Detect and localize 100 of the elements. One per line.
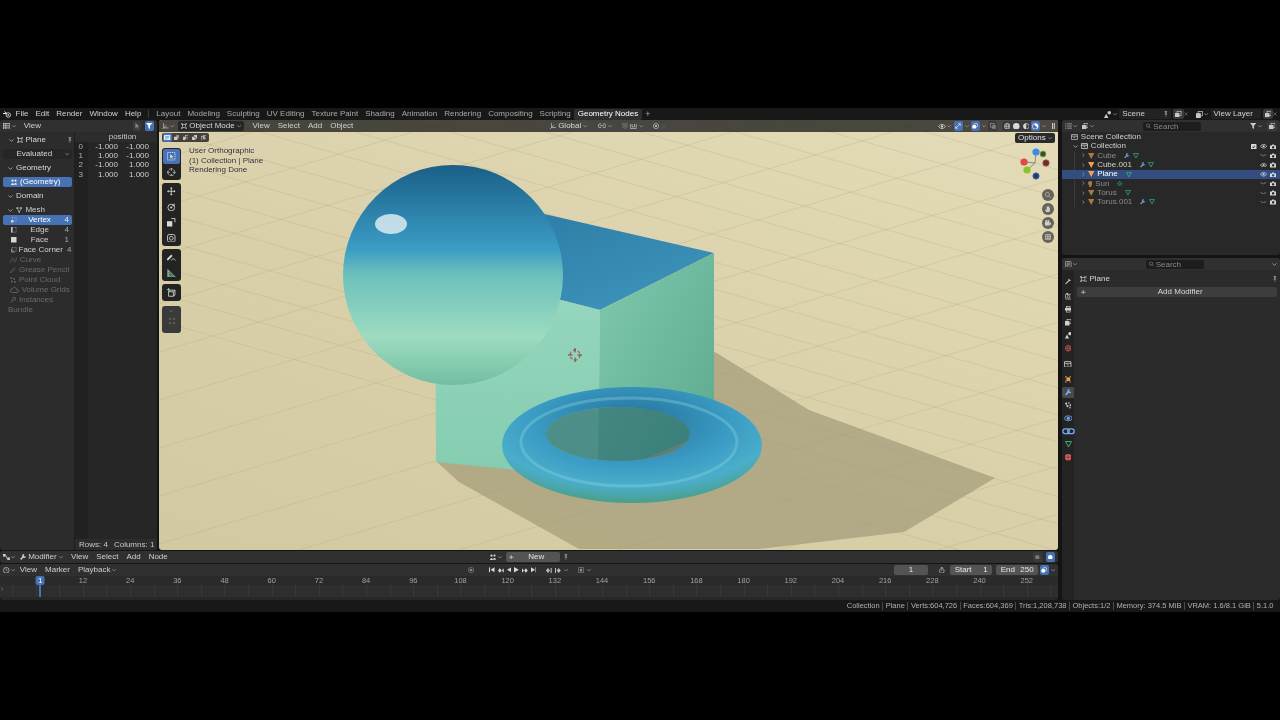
options-dropdown[interactable]: Options [1015,133,1055,143]
menu-item[interactable]: Add [304,121,326,131]
caret-icon[interactable] [11,568,16,572]
list-icon[interactable] [1065,123,1072,129]
axes-icon[interactable] [162,122,169,130]
two-bars-icon[interactable] [1051,123,1055,129]
section-header[interactable]: Geometry [3,163,72,173]
search-field[interactable]: Search [1145,259,1204,269]
pin-icon[interactable] [1273,276,1277,282]
nodes-icon[interactable] [3,554,10,560]
auto-keying-toggle[interactable] [466,565,476,575]
current-frame-field[interactable]: 1 [894,565,928,575]
toggle-button[interactable] [1033,552,1042,562]
chevron-icon[interactable] [1,587,4,591]
caret-icon[interactable] [1089,124,1094,128]
caret-icon[interactable] [964,124,969,128]
tool-button[interactable] [162,284,181,301]
playhead-label[interactable]: 1 [35,576,45,585]
keyframe-right-icon[interactable] [555,567,561,573]
caret-icon[interactable] [1272,262,1277,266]
skip-end-icon[interactable] [530,567,537,573]
caret-icon[interactable] [607,124,613,128]
context-dropdown[interactable]: Modifier [16,552,67,562]
pan-button[interactable] [1042,203,1054,215]
caret-icon[interactable] [587,568,592,572]
pin-icon[interactable] [68,137,72,143]
menu-item[interactable]: Node [145,552,172,562]
orientation-dropdown[interactable]: Global [547,121,591,131]
workspace-tab[interactable]: Animation [398,108,441,120]
caret-icon[interactable] [1050,568,1055,572]
checkbox-icon[interactable] [1251,143,1257,150]
evaluation-dropdown[interactable]: Evaluated [3,149,72,159]
outliner-item[interactable]: Cube.001 [1062,160,1280,170]
scene-field[interactable]: Scene [1119,109,1172,119]
properties-tab[interactable] [1062,329,1074,341]
keying-set-icon[interactable] [578,567,585,573]
workspace-tab[interactable]: Sculpting [223,108,264,120]
properties-tab[interactable] [1062,412,1074,424]
menu-item[interactable]: Object [326,121,357,131]
panel-icon[interactable] [1065,260,1072,268]
play-reverse-icon[interactable] [506,567,512,573]
properties-tab[interactable] [1062,316,1074,328]
add-modifier-button[interactable]: Add Modifier [1077,287,1277,297]
camera-icon[interactable] [1269,199,1276,205]
caret-icon[interactable] [11,555,16,559]
select-mode-button[interactable] [163,133,172,142]
logo-icon[interactable] [3,110,11,118]
clock-icon[interactable] [3,566,10,574]
skip-start-icon[interactable] [489,567,495,573]
workspace-tab[interactable]: Modeling [183,108,224,120]
end-frame-field[interactable]: End 250 [995,565,1038,575]
outliner-item[interactable]: Collection [1062,141,1280,152]
properties-tab[interactable] [1062,373,1074,385]
mode-dropdown[interactable]: Object Mode [178,121,244,131]
proportional-toggle[interactable] [650,121,670,131]
properties-tab[interactable] [1062,399,1074,411]
caret-icon[interactable] [11,124,17,128]
camera-icon[interactable] [1269,171,1276,178]
menu-item[interactable]: Render [52,109,86,119]
menu-item[interactable]: Select [92,552,122,562]
camera-icon[interactable] [1269,190,1276,196]
camera-icon[interactable] [1269,162,1276,168]
camera-icon[interactable] [1269,143,1276,150]
menu-item[interactable]: Marker [41,565,74,575]
zoom-button[interactable] [1042,189,1054,201]
geometry-item[interactable]: (Geometry) [3,177,72,187]
copy-icon[interactable] [1268,122,1275,130]
caret-icon[interactable] [58,555,63,559]
toggle-button[interactable] [144,121,154,131]
caret-icon[interactable] [1073,124,1078,128]
properties-tab[interactable] [1062,386,1074,398]
caret-icon[interactable] [112,568,117,572]
pivot-dropdown[interactable] [594,121,616,131]
properties-tab[interactable] [1062,290,1074,302]
shading-button[interactable] [1021,121,1031,131]
copy-icon[interactable] [1175,110,1182,118]
outliner-item[interactable]: Scene Collection [1062,132,1280,142]
toggle-button[interactable] [133,121,141,131]
outliner-item[interactable]: Torus.001 [1062,197,1280,207]
menu-item[interactable]: Help [121,109,145,119]
domain-item[interactable]: Edge 4 [3,225,72,235]
toggle-button[interactable] [970,121,980,131]
eye-icon[interactable] [937,123,946,129]
pin-icon[interactable] [564,554,568,560]
eye-icon[interactable] [1259,172,1267,177]
timeline-track[interactable] [0,585,1058,597]
camera-icon[interactable] [1269,180,1276,187]
domain-item[interactable]: Mesh [3,205,72,215]
view-layer-field[interactable]: View Layer [1210,109,1261,119]
shading-button[interactable] [1002,121,1012,131]
camera-button[interactable] [1042,217,1054,229]
workspace-tab[interactable]: UV Editing [263,108,309,120]
caret-icon[interactable] [638,124,644,128]
eye-icon[interactable] [1259,162,1267,168]
start-frame-field[interactable]: Start 1 [949,565,992,575]
properties-tab[interactable] [1062,358,1074,370]
properties-tab[interactable] [1062,451,1074,463]
menu-item[interactable]: Add [122,552,145,562]
table-icon[interactable] [3,122,11,130]
caret-icon[interactable] [64,152,69,156]
